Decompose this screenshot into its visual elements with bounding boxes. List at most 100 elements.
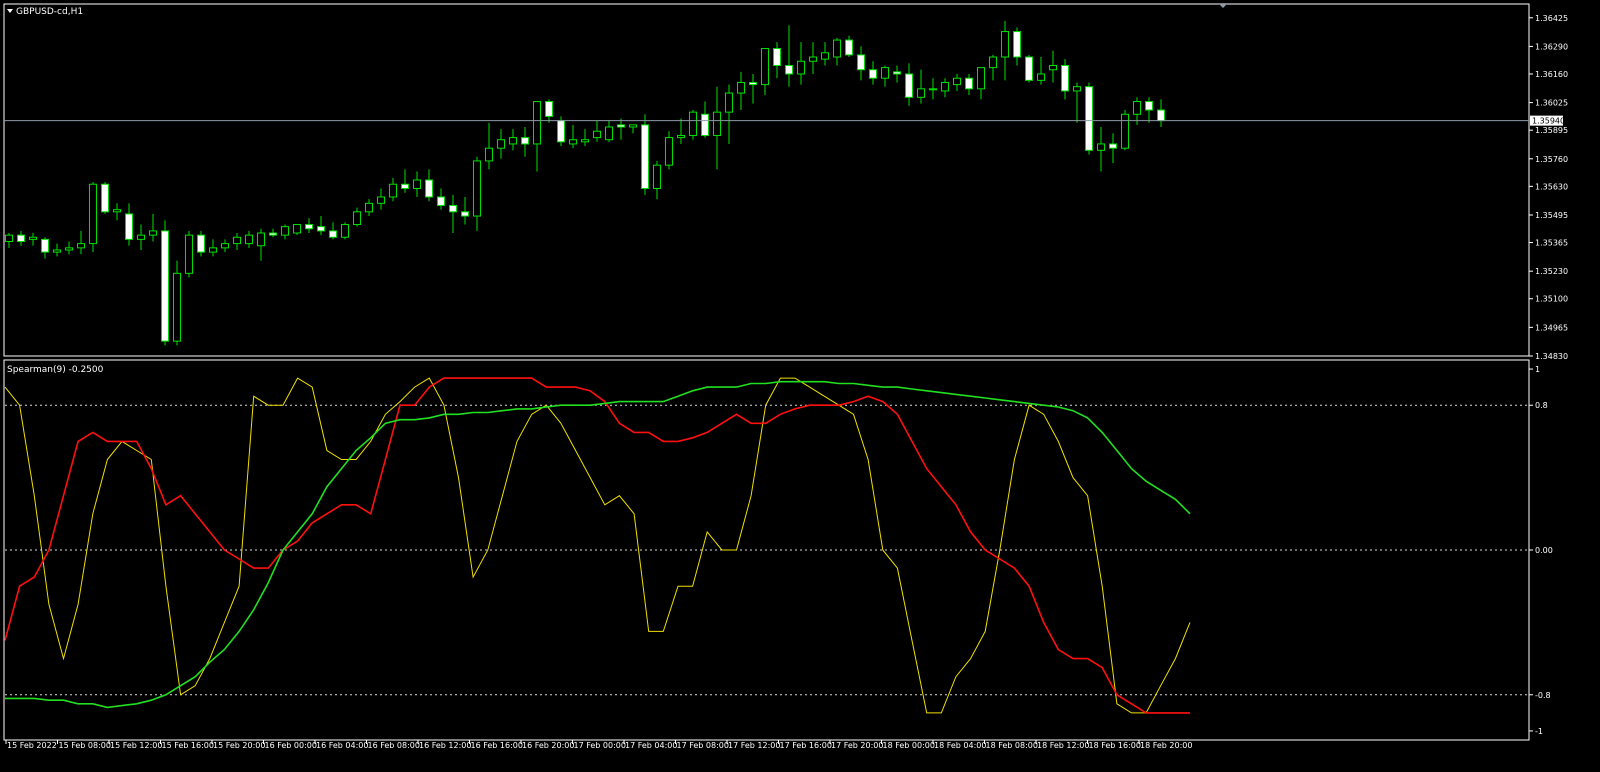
candle-body: [1001, 31, 1009, 58]
candle-body: [53, 249, 61, 253]
candle-body: [1025, 56, 1033, 81]
candle-body: [881, 67, 889, 79]
candle: [185, 230, 193, 278]
candle-body: [293, 224, 301, 234]
candle-body: [257, 232, 265, 247]
candle: [641, 114, 649, 195]
candle-body: [617, 124, 625, 128]
candle-body: [941, 81, 949, 92]
price-tick-label: 1.35230: [1535, 267, 1568, 276]
candle-body: [545, 101, 553, 117]
candle-body: [1061, 64, 1069, 92]
candle-body: [413, 179, 421, 189]
candle-body: [125, 213, 133, 240]
candle-body: [833, 39, 841, 58]
candle-body: [137, 234, 145, 240]
candle-body: [653, 164, 661, 189]
candle-body: [425, 179, 433, 198]
time-tick-label: 17 Feb 16:00: [780, 741, 832, 750]
time-axis: 15 Feb 2022 15 Feb 08:00 15 Feb 12:00 15 Fe…: [5, 740, 1192, 750]
candle-body: [893, 71, 901, 75]
candle-body: [329, 230, 337, 238]
symbol-title: GBPUSD-cd,H1: [16, 7, 83, 17]
candle-body: [1133, 101, 1141, 115]
candle-body: [5, 234, 13, 242]
candle-body: [857, 54, 865, 71]
candle-body: [593, 130, 601, 139]
candle-body: [521, 137, 529, 145]
candle-body: [77, 243, 85, 249]
candle-body: [65, 247, 73, 251]
candle-body: [269, 232, 277, 236]
candle-body: [557, 120, 565, 143]
candle-body: [869, 69, 877, 79]
candle-body: [977, 67, 985, 90]
candle-body: [1037, 73, 1045, 81]
price-tick-label: 1.34830: [1535, 352, 1568, 361]
candle: [341, 222, 349, 240]
price-tick-label: 1.36160: [1535, 70, 1568, 79]
candle-body: [533, 101, 541, 145]
price-tick-label: 1.36290: [1535, 42, 1568, 51]
time-tick-label: 18 Feb 08:00: [986, 741, 1038, 750]
price-y-axis: 1.36425 1.36290 1.36160 1.36025 1.35895 1.357…: [1529, 14, 1568, 361]
candle-body: [281, 226, 289, 236]
candle: [1085, 82, 1093, 155]
candle-body: [221, 243, 229, 249]
time-tick-label: 18 Feb 12:00: [1037, 741, 1089, 750]
time-tick-label: 16 Feb 04:00: [316, 741, 368, 750]
indicator-tick-label: -1: [1535, 727, 1543, 736]
candle: [1025, 54, 1033, 83]
time-tick-label: 17 Feb 08:00: [677, 741, 729, 750]
indicator-title: Spearman(9) -0.2500: [7, 365, 104, 375]
candle-body: [185, 234, 193, 274]
price-tick-label: 1.35630: [1535, 182, 1568, 191]
time-tick-label: 17 Feb 00:00: [574, 741, 626, 750]
chart-window[interactable]: GBPUSD-cd,H1 Spearman(9) -0.2500 1.36425…: [0, 0, 1600, 768]
candle-body: [1109, 143, 1117, 149]
candle-body: [341, 224, 349, 238]
candle-body: [113, 209, 121, 213]
indicator-tick-label: 0.8: [1535, 401, 1548, 410]
time-tick-label: 15 Feb 20:00: [213, 741, 265, 750]
candle-body: [149, 230, 157, 236]
price-title[interactable]: GBPUSD-cd,H1: [7, 7, 83, 17]
candle: [89, 182, 97, 253]
candle-body: [677, 134, 685, 139]
candle-body: [1085, 86, 1093, 151]
price-tick-label: 1.35495: [1535, 211, 1568, 220]
time-tick-label: 15 Feb 08:00: [59, 741, 111, 750]
candle: [197, 230, 205, 257]
candle-body: [965, 77, 973, 90]
price-tick-label: 1.36025: [1535, 99, 1568, 108]
candle-body: [89, 183, 97, 245]
candle-body: [701, 113, 709, 136]
candle-body: [761, 48, 769, 86]
candle-body: [1013, 31, 1021, 58]
candle-body: [365, 202, 373, 213]
candle-body: [845, 39, 853, 56]
time-tick-label: 16 Feb 12:00: [419, 741, 471, 750]
indicator-tick-label: 0.00: [1535, 546, 1553, 555]
candle-body: [629, 124, 637, 128]
time-tick-label: 17 Feb 12:00: [728, 741, 780, 750]
time-tick-label: 17 Feb 20:00: [831, 741, 883, 750]
candle-body: [305, 224, 313, 230]
candle-body: [1097, 143, 1105, 151]
candle-body: [1073, 86, 1081, 92]
time-tick-label: 16 Feb 00:00: [265, 741, 317, 750]
candle-body: [737, 81, 745, 94]
candle-body: [209, 247, 217, 253]
candle-body: [485, 147, 493, 162]
candle-body: [1145, 101, 1153, 111]
candle-body: [173, 272, 181, 342]
price-tick-label: 1.35760: [1535, 155, 1568, 164]
candle-body: [101, 183, 109, 213]
chart-canvas[interactable]: GBPUSD-cd,H1 Spearman(9) -0.2500 1.36425…: [0, 0, 1600, 768]
bid-price-label: 1.35940: [1532, 117, 1565, 126]
candle-body: [905, 73, 913, 98]
candle: [689, 110, 697, 140]
candle-body: [389, 183, 397, 198]
time-tick-label: 16 Feb 20:00: [522, 741, 574, 750]
candle-body: [437, 196, 445, 206]
